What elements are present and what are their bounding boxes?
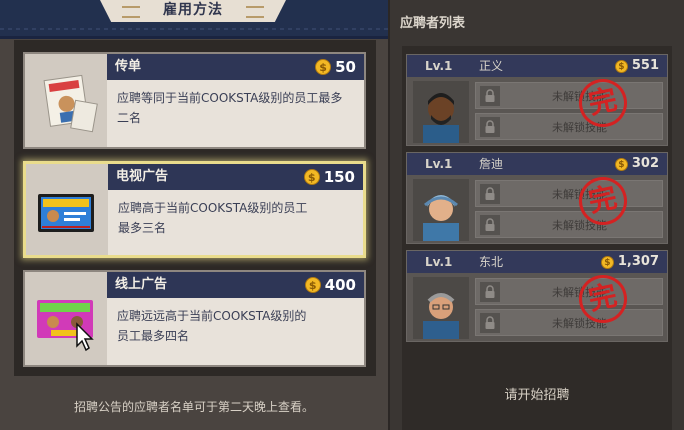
title-ornament-left: [122, 6, 140, 18]
lock-icon: [480, 282, 500, 302]
applicant-list: Lv.1 正义 $ 551 未解锁技能 未解锁技能 完 Lv.1 詹迪 $ 30…: [402, 46, 672, 430]
skill-slot: 未解锁技能: [475, 278, 663, 305]
tv-ad-image: [26, 164, 108, 255]
applicant-name: 詹迪: [479, 157, 504, 171]
method-name: 线上广告: [115, 277, 168, 292]
applicant-header: Lv.1 东北 $ 1,307: [407, 251, 667, 273]
hiring-method-card-tv[interactable]: 电视广告 $ 150 应聘高于当前COOKSTA级别的员工最多三名: [23, 161, 366, 258]
coin-icon: $: [304, 277, 321, 293]
coin-icon: $: [600, 255, 614, 269]
skill-slot: 未解锁技能: [475, 82, 663, 109]
lock-icon: [480, 117, 500, 137]
lock-icon: [480, 215, 500, 235]
card-header: 电视广告 $ 150: [108, 164, 363, 190]
method-price: $ 400: [304, 272, 356, 298]
applicant-name: 正义: [479, 59, 504, 73]
hiring-method-panel: 雇用方法 传单 $ 50 应聘等同于当前COOKSTA级别的员工最多二名 电视广…: [0, 0, 390, 430]
method-price: $ 50: [315, 54, 356, 80]
applicant-card[interactable]: Lv.1 东北 $ 1,307 未解锁技能 未解锁技能 完: [406, 250, 668, 342]
cost-value: 1,307: [617, 254, 659, 269]
card-header: 线上广告 $ 400: [107, 272, 364, 298]
applicant-list-title: 应聘者列表: [400, 16, 466, 31]
applicant-cost: $ 302: [614, 153, 659, 175]
card-header: 传单 $ 50: [107, 54, 364, 80]
lock-icon: [480, 313, 500, 333]
coin-icon: $: [614, 59, 628, 73]
price-value: 50: [335, 58, 356, 76]
price-value: 150: [323, 168, 355, 186]
lock-icon: [480, 86, 500, 106]
method-description: 应聘等同于当前COOKSTA级别的员工最多二名: [117, 91, 343, 125]
method-name: 传单: [115, 59, 142, 74]
applicant-portrait: [413, 277, 469, 339]
coin-icon: $: [315, 59, 332, 75]
applicant-header: Lv.1 正义 $ 551: [407, 55, 667, 77]
hiring-method-title: 雇用方法: [163, 2, 223, 18]
flyer-image: [25, 54, 107, 147]
applicant-header: Lv.1 詹迪 $ 302: [407, 153, 667, 175]
price-value: 400: [324, 276, 356, 294]
method-description: 应聘远远高于当前COOKSTA级别的员工最多四名: [117, 309, 307, 343]
hiring-method-title-tab: 雇用方法: [100, 0, 286, 22]
hiring-footer-note: 招聘公告的应聘者名单可于第二天晚上查看。: [73, 400, 314, 414]
applicant-card[interactable]: Lv.1 詹迪 $ 302 未解锁技能 未解锁技能 完: [406, 152, 668, 244]
method-price: $ 150: [303, 164, 355, 190]
hiring-method-card-flyer[interactable]: 传单 $ 50 应聘等同于当前COOKSTA级别的员工最多二名: [23, 52, 366, 149]
applicant-portrait: [413, 179, 469, 241]
applicant-cost: $ 551: [614, 55, 659, 77]
hiring-method-card-online[interactable]: 线上广告 $ 400 应聘远远高于当前COOKSTA级别的员工最多四名: [23, 270, 366, 367]
method-description: 应聘高于当前COOKSTA级别的员工最多三名: [118, 201, 308, 235]
applicant-name: 东北: [479, 255, 504, 269]
cost-value: 302: [631, 156, 659, 171]
applicant-portrait: [413, 81, 469, 143]
applicant-card[interactable]: Lv.1 正义 $ 551 未解锁技能 未解锁技能 完: [406, 54, 668, 146]
skill-slot: 未解锁技能: [475, 309, 663, 336]
method-name: 电视广告: [116, 169, 169, 184]
start-hiring-prompt: 请开始招聘: [504, 388, 570, 403]
hiring-methods-list: 传单 $ 50 应聘等同于当前COOKSTA级别的员工最多二名 电视广告 $ 1…: [14, 40, 376, 376]
coin-icon: $: [303, 169, 320, 185]
title-ornament-right: [246, 6, 264, 18]
cost-value: 551: [631, 58, 659, 73]
applicant-level: Lv.1: [425, 157, 453, 171]
applicant-cost: $ 1,307: [600, 251, 659, 273]
coin-icon: $: [614, 157, 628, 171]
online-ad-image: [25, 272, 107, 365]
skill-slot: 未解锁技能: [475, 113, 663, 140]
skill-slot: 未解锁技能: [475, 180, 663, 207]
lock-icon: [480, 184, 500, 204]
applicant-level: Lv.1: [425, 59, 453, 73]
applicant-level: Lv.1: [425, 255, 453, 269]
skill-slot: 未解锁技能: [475, 211, 663, 238]
